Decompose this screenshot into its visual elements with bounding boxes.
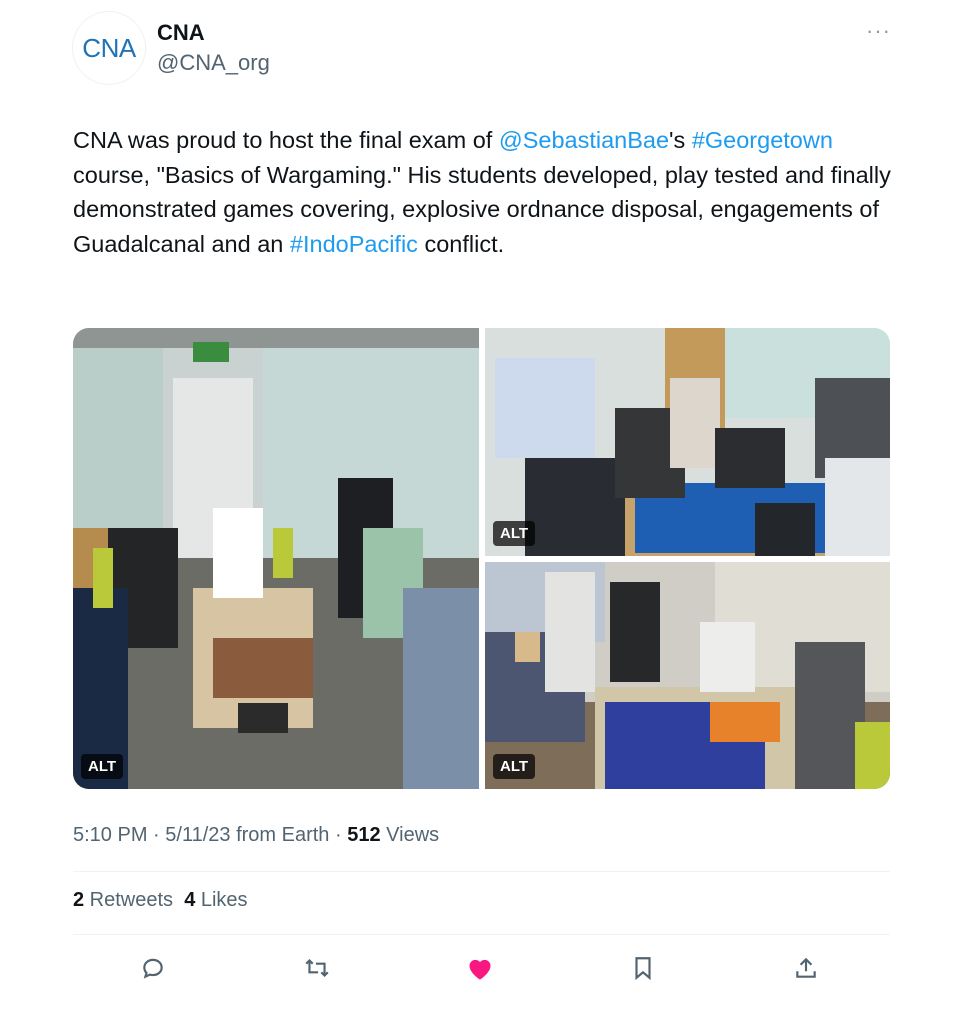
- tweet-text: CNA was proud to host the final exam of …: [73, 123, 893, 261]
- share-icon[interactable]: [786, 948, 826, 988]
- photo-left-graphic: [73, 328, 479, 789]
- tweet-meta: 5:10 PM · 5/11/23 from Earth · 512 Views: [73, 824, 439, 847]
- tweet-text-part: 's: [669, 127, 692, 153]
- action-bar: [0, 948, 958, 988]
- tweet-source: from Earth: [230, 824, 330, 846]
- reply-icon[interactable]: [133, 948, 173, 988]
- avatar-logo-text: CNA: [82, 32, 136, 63]
- tweet-time[interactable]: 5:10 PM: [73, 824, 147, 846]
- retweets-count[interactable]: 2: [73, 889, 84, 911]
- divider: [73, 871, 890, 872]
- media-grid: ALT ALT ALT: [73, 328, 890, 789]
- tweet-text-part: conflict.: [417, 230, 505, 257]
- tweet-text-part: CNA was proud to host the final exam of: [73, 127, 499, 153]
- meta-separator: ·: [147, 824, 166, 846]
- alt-badge[interactable]: ALT: [493, 521, 536, 546]
- alt-badge[interactable]: ALT: [493, 754, 536, 779]
- retweet-icon[interactable]: [297, 948, 337, 988]
- photo-bottom-right-graphic: [485, 562, 890, 789]
- views-count[interactable]: 512: [347, 824, 380, 846]
- hashtag-link-indopacific[interactable]: #IndoPacific: [290, 231, 418, 257]
- photo-left[interactable]: ALT: [73, 328, 479, 789]
- like-icon[interactable]: [460, 948, 500, 988]
- likes-count[interactable]: 4: [184, 889, 195, 911]
- author-name[interactable]: CNA: [157, 20, 205, 46]
- photo-top-right-graphic: [485, 328, 890, 556]
- author-handle[interactable]: @CNA_org: [157, 50, 270, 76]
- tweet-date[interactable]: 5/11/23: [165, 824, 230, 846]
- more-options-icon[interactable]: ···: [866, 18, 891, 44]
- views-label[interactable]: Views: [381, 824, 439, 846]
- avatar[interactable]: CNA: [73, 12, 145, 84]
- hashtag-link-georgetown[interactable]: #Georgetown: [692, 127, 833, 153]
- bookmark-icon[interactable]: [623, 948, 663, 988]
- mention-link[interactable]: @SebastianBae: [499, 127, 669, 153]
- retweets-label[interactable]: Retweets: [84, 889, 173, 911]
- meta-separator: ·: [329, 824, 348, 846]
- photo-bottom-right[interactable]: ALT: [485, 562, 890, 789]
- divider: [73, 934, 890, 935]
- likes-label[interactable]: Likes: [195, 889, 248, 911]
- photo-top-right[interactable]: ALT: [485, 328, 890, 556]
- tweet-stats: 2 Retweets 4 Likes: [73, 889, 248, 912]
- alt-badge[interactable]: ALT: [81, 754, 124, 779]
